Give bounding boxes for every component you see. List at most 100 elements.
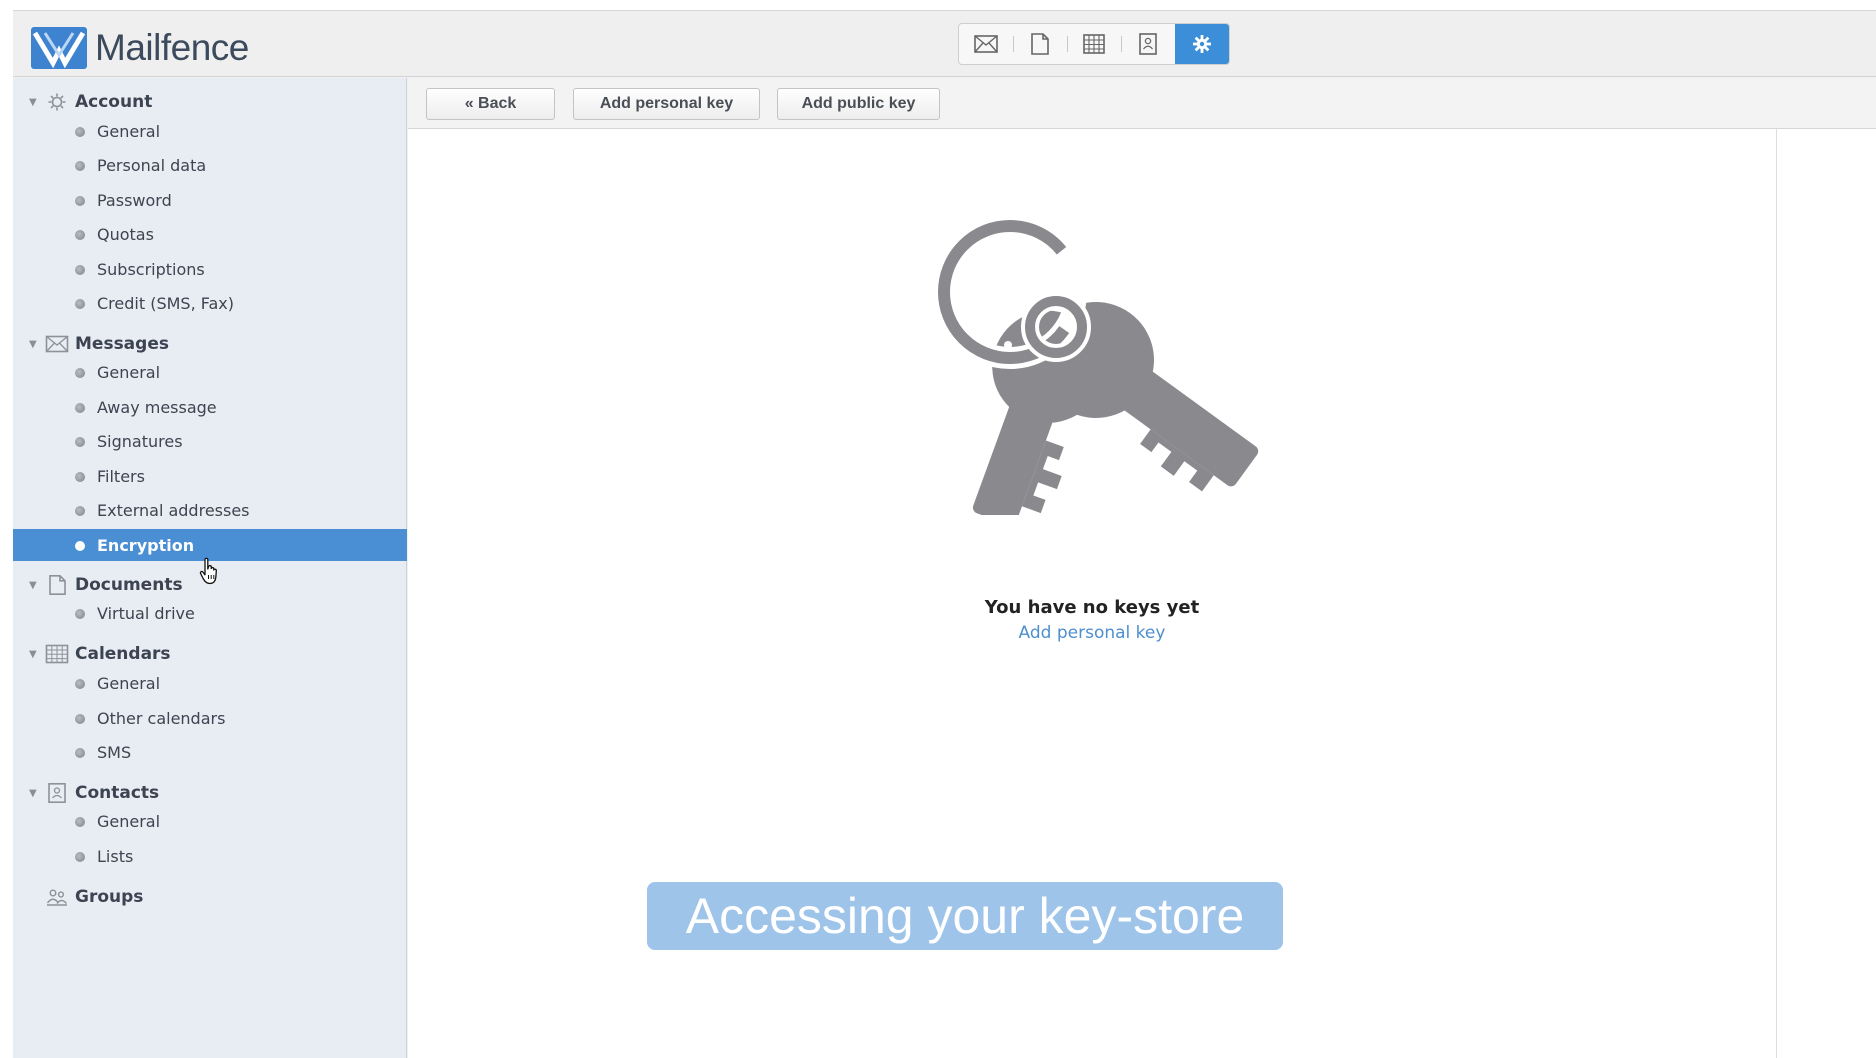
add-public-key-button[interactable]: Add public key <box>777 88 940 120</box>
sidebar-item-external-addresses[interactable]: External addresses <box>13 494 407 526</box>
collapse-triangle-icon[interactable]: ▼ <box>29 788 37 799</box>
hand-pointer-cursor-icon <box>199 557 217 585</box>
bullet-icon <box>75 265 85 275</box>
main-toolbar: « Back Add personal key Add public key <box>408 78 1876 129</box>
logo[interactable]: Mailfence <box>31 27 249 69</box>
back-button[interactable]: « Back <box>426 88 555 120</box>
sidebar-item-lists[interactable]: Lists <box>13 840 407 872</box>
bullet-icon <box>75 196 85 206</box>
sidebar-item-calendars-general[interactable]: General <box>13 667 407 699</box>
sidebar-item-signatures[interactable]: Signatures <box>13 425 407 457</box>
sidebar-item-credit[interactable]: Credit (SMS, Fax) <box>13 287 407 319</box>
document-icon <box>49 575 66 595</box>
sidebar-item-label: General <box>97 811 161 831</box>
documents-app-button[interactable] <box>1013 24 1067 64</box>
contacts-app-button[interactable] <box>1121 24 1175 64</box>
sidebar-section-calendars[interactable]: ▼ Calendars <box>13 638 407 670</box>
add-personal-key-button[interactable]: Add personal key <box>573 88 760 120</box>
calendar-grid-icon <box>45 644 69 664</box>
envelope-icon <box>974 35 998 53</box>
people-group-icon <box>46 889 68 906</box>
sidebar-section-label: Contacts <box>75 783 160 803</box>
sidebar-item-sms[interactable]: SMS <box>13 736 407 768</box>
calendars-app-button[interactable] <box>1067 24 1121 64</box>
right-panel <box>1776 129 1876 1058</box>
sidebar-section-groups[interactable]: Groups <box>13 881 407 913</box>
messages-app-button[interactable] <box>959 24 1013 64</box>
calendar-grid-icon <box>1083 34 1105 54</box>
sidebar-item-label: General <box>97 673 161 693</box>
collapse-triangle-icon[interactable]: ▼ <box>29 649 37 660</box>
gear-icon <box>1193 35 1211 53</box>
bullet-icon <box>75 472 85 482</box>
bullet-icon <box>75 817 85 827</box>
bullet-icon <box>75 437 85 447</box>
bullet-icon <box>75 714 85 724</box>
sidebar-item-label: SMS <box>97 742 132 762</box>
sidebar-section-label: Messages <box>75 334 169 354</box>
bullet-icon <box>75 368 85 378</box>
sidebar-item-label: Lists <box>97 846 134 866</box>
video-caption: Accessing your key-store <box>647 882 1283 950</box>
sidebar-item-label: Password <box>97 190 172 210</box>
bullet-icon <box>75 541 85 551</box>
collapse-triangle-icon[interactable]: ▼ <box>29 580 37 591</box>
bullet-icon <box>75 127 85 137</box>
sidebar-item-label: General <box>97 121 161 141</box>
sidebar-section-label: Calendars <box>75 644 171 664</box>
envelope-icon <box>45 335 69 353</box>
bullet-icon <box>75 609 85 619</box>
sidebar-item-password[interactable]: Password <box>13 184 407 216</box>
bullet-icon <box>75 679 85 689</box>
bullet-icon <box>75 748 85 758</box>
sidebar-item-label: Quotas <box>97 224 154 244</box>
collapse-triangle-icon[interactable]: ▼ <box>29 97 37 108</box>
gear-icon <box>48 93 66 111</box>
sidebar-item-virtual-drive[interactable]: Virtual drive <box>13 597 407 629</box>
sidebar-item-personal-data[interactable]: Personal data <box>13 149 407 181</box>
sidebar-item-label: Credit (SMS, Fax) <box>97 293 234 313</box>
bullet-icon <box>75 161 85 171</box>
bullet-icon <box>75 299 85 309</box>
document-icon <box>1031 33 1049 55</box>
sidebar-section-account[interactable]: ▼ Account <box>13 86 407 118</box>
app-window: Mailfence ▼ Account General Personal dat… <box>13 10 1876 1058</box>
add-personal-key-link[interactable]: Add personal key <box>408 623 1776 643</box>
mailfence-logo-icon <box>31 27 87 69</box>
bullet-icon <box>75 403 85 413</box>
keys-icon <box>933 215 1259 515</box>
settings-sidebar: ▼ Account General Personal data Password… <box>13 78 407 1058</box>
sidebar-item-label: External addresses <box>97 500 250 520</box>
sidebar-section-label: Documents <box>75 575 183 595</box>
sidebar-item-messages-general[interactable]: General <box>13 356 407 388</box>
sidebar-item-label: Filters <box>97 466 145 486</box>
empty-state-title: You have no keys yet <box>984 597 1200 618</box>
sidebar-item-label: Encryption <box>97 535 195 555</box>
sidebar-item-label: Other calendars <box>97 708 226 728</box>
sidebar-item-label: Signatures <box>97 431 183 451</box>
app-switcher <box>958 23 1230 65</box>
sidebar-section-label: Groups <box>75 887 144 907</box>
sidebar-section-label: Account <box>75 92 153 112</box>
settings-app-button[interactable] <box>1175 24 1229 64</box>
bullet-icon <box>75 230 85 240</box>
sidebar-item-quotas[interactable]: Quotas <box>13 218 407 250</box>
header: Mailfence <box>13 11 1876 77</box>
sidebar-item-label: Personal data <box>97 155 207 175</box>
bullet-icon <box>75 852 85 862</box>
sidebar-item-away-message[interactable]: Away message <box>13 391 407 423</box>
sidebar-item-label: Away message <box>97 397 217 417</box>
contact-card-icon <box>48 783 66 803</box>
contact-card-icon <box>1139 33 1157 55</box>
sidebar-item-label: Virtual drive <box>97 603 195 623</box>
sidebar-item-subscriptions[interactable]: Subscriptions <box>13 253 407 285</box>
sidebar-item-contacts-general[interactable]: General <box>13 805 407 837</box>
collapse-triangle-icon[interactable]: ▼ <box>29 339 37 350</box>
app-name: Mailfence <box>95 27 249 68</box>
sidebar-item-general[interactable]: General <box>13 115 407 147</box>
sidebar-item-label: Subscriptions <box>97 259 205 279</box>
sidebar-item-other-calendars[interactable]: Other calendars <box>13 702 407 734</box>
bullet-icon <box>75 506 85 516</box>
sidebar-item-filters[interactable]: Filters <box>13 460 407 492</box>
sidebar-item-label: General <box>97 362 161 382</box>
